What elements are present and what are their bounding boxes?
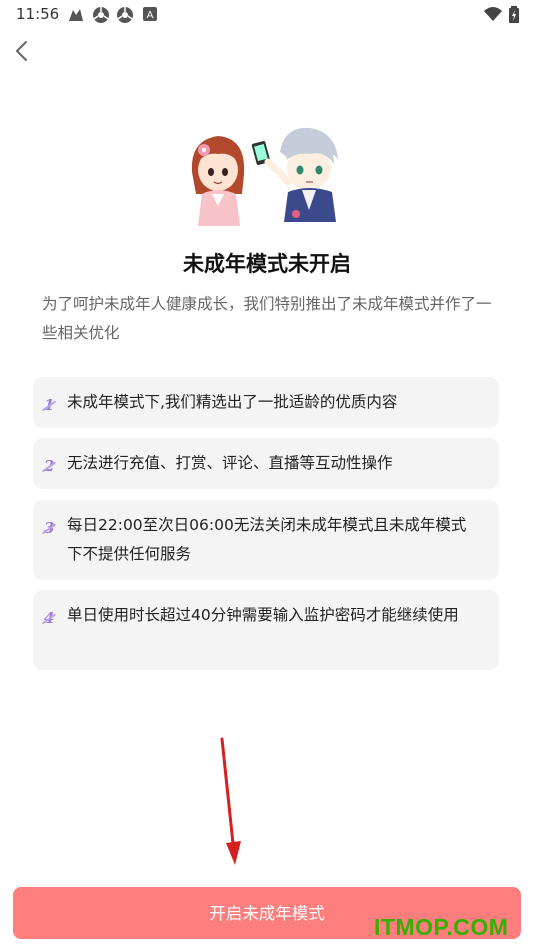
page-subtitle: 为了呵护未成年人健康成长，我们特别推出了未成年模式并作了一些相关优化: [42, 295, 492, 342]
status-bar: 11:56 A: [0, 0, 534, 30]
svg-text:A: A: [147, 10, 154, 21]
a-box-icon: A: [143, 7, 157, 21]
feature-number: 4: [44, 604, 54, 633]
feature-text: 无法进行充值、打赏、评论、直播等互动性操作: [67, 454, 393, 472]
couple-characters-illustration: [191, 127, 338, 226]
feature-number: 3: [44, 514, 54, 543]
page-title: 未成年模式未开启: [183, 252, 351, 276]
chrome-icon: [117, 7, 133, 23]
feature-card: 3 每日22:00至次日06:00无法关闭未成年模式且未成年模式下不提供任何服务: [33, 500, 499, 580]
feature-text: 未成年模式下,我们精选出了一批适龄的优质内容: [67, 393, 398, 411]
feature-card: 4 单日使用时长超过40分钟需要输入监护密码才能继续使用: [33, 590, 499, 670]
app-notification-icon: [69, 9, 83, 21]
battery-icon: [509, 6, 519, 23]
feature-number: 2: [44, 452, 54, 481]
chrome-icon: [93, 7, 109, 23]
annotation-arrow-icon: [220, 737, 241, 865]
feature-text: 单日使用时长超过40分钟需要输入监护密码才能继续使用: [67, 606, 459, 624]
site-watermark: ITMOP.COM: [374, 914, 509, 940]
status-time: 11:56: [16, 5, 60, 23]
feature-text: 每日22:00至次日06:00无法关闭未成年模式且未成年模式下不提供任何服务: [67, 516, 467, 563]
chevron-left-icon: [16, 41, 27, 61]
wifi-icon: [484, 7, 502, 21]
feature-card: 2 无法进行充值、打赏、评论、直播等互动性操作: [33, 438, 499, 489]
back-button[interactable]: [8, 36, 38, 66]
feature-number: 1: [44, 391, 54, 420]
feature-card: 1 未成年模式下,我们精选出了一批适龄的优质内容: [33, 377, 499, 428]
